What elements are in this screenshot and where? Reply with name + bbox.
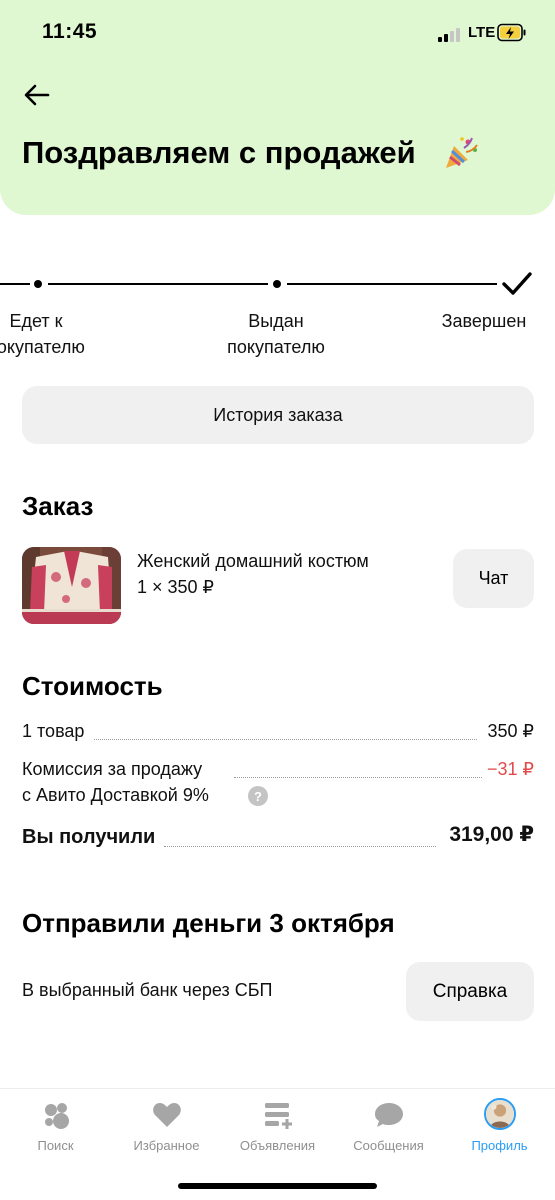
payout-method: В выбранный банк через СБП bbox=[22, 980, 273, 1000]
help-button[interactable]: Справка bbox=[406, 962, 534, 1021]
step-label-delivered: Выдан покупателю bbox=[227, 311, 325, 357]
avatar bbox=[483, 1098, 516, 1130]
tab-label: Избранное bbox=[133, 1138, 200, 1153]
items-value: 350 ₽ bbox=[487, 721, 535, 741]
step-label-en-route: Едет к покупателю bbox=[0, 311, 85, 357]
heart-icon bbox=[152, 1103, 181, 1127]
commission-value: −31 ₽ bbox=[487, 759, 534, 779]
network-type: LTE bbox=[468, 24, 496, 41]
order-history-button[interactable]: История заказа bbox=[22, 386, 534, 444]
question-icon[interactable]: ? bbox=[248, 786, 268, 806]
tab-label: Объявления bbox=[239, 1138, 316, 1153]
party-popper-icon bbox=[446, 137, 478, 168]
status-time: 11:45 bbox=[42, 20, 98, 43]
tab-favorites[interactable]: Избранное bbox=[111, 1089, 222, 1169]
tab-label: Профиль bbox=[471, 1138, 528, 1153]
listings-icon bbox=[264, 1103, 292, 1129]
tracker-line bbox=[0, 283, 30, 285]
battery-charging-icon bbox=[497, 23, 526, 42]
home-indicator bbox=[178, 1183, 377, 1189]
order-status-tracker: Едет к покупателю Выдан покупателю Завер… bbox=[0, 265, 555, 365]
tab-search[interactable]: Поиск bbox=[0, 1089, 111, 1169]
cost-section-title: Стоимость bbox=[22, 671, 163, 701]
product-quantity-price: 1 × 350 ₽ bbox=[137, 577, 215, 597]
payout-section-title: Отправили деньги 3 октября bbox=[22, 908, 395, 938]
tracker-line bbox=[48, 283, 268, 285]
chat-bubble-icon bbox=[374, 1103, 403, 1127]
tracker-dot bbox=[34, 280, 42, 288]
received-label: Вы получили bbox=[22, 826, 156, 848]
tab-label: Поиск bbox=[37, 1138, 74, 1153]
back-arrow-icon[interactable] bbox=[22, 80, 52, 110]
dotted-leader bbox=[234, 777, 482, 778]
tab-label: Сообщения bbox=[353, 1138, 424, 1153]
cost-row-commission: Комиссия за продажу с Авито Доставкой 9%… bbox=[22, 759, 534, 811]
dotted-leader bbox=[164, 846, 436, 847]
page-title: Поздравляем с продажей bbox=[22, 135, 416, 170]
cost-row-received: Вы получили 319,00 ₽ bbox=[22, 822, 534, 852]
tab-profile[interactable]: Профиль bbox=[444, 1089, 555, 1169]
tracker-line bbox=[287, 283, 497, 285]
tracker-dot bbox=[273, 280, 281, 288]
commission-label-line1: Комиссия за продажу bbox=[22, 759, 203, 779]
items-label: 1 товар bbox=[22, 721, 85, 741]
cost-row-items: 1 товар 350 ₽ bbox=[22, 721, 534, 745]
dotted-leader bbox=[94, 739, 477, 740]
search-icon bbox=[44, 1103, 69, 1129]
product-name[interactable]: Женский домашний костюм bbox=[137, 551, 369, 572]
tab-messages[interactable]: Сообщения bbox=[333, 1089, 444, 1169]
chat-button[interactable]: Чат bbox=[453, 549, 534, 608]
commission-label-line2: с Авито Доставкой 9% bbox=[22, 785, 209, 805]
tab-listings[interactable]: Объявления bbox=[222, 1089, 333, 1169]
signal-icon bbox=[438, 26, 464, 42]
received-value: 319,00 ₽ bbox=[449, 823, 534, 846]
order-section-title: Заказ bbox=[22, 491, 94, 521]
check-icon bbox=[502, 272, 532, 295]
step-label-completed: Завершен bbox=[441, 311, 527, 331]
product-thumbnail[interactable] bbox=[22, 547, 121, 624]
